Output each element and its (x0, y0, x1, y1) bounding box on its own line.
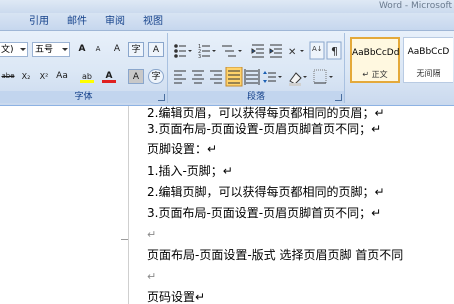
tab-review[interactable]: 审阅 (105, 15, 125, 28)
numbering-icon: 123 (198, 44, 210, 60)
window-title: Word - Microsoft (378, 1, 452, 11)
tab-mailings[interactable]: 邮件 (67, 15, 87, 28)
doc-line: 3.页面布局-页面设置-页眉页脚首页不同；↵ (147, 122, 382, 136)
grow-font-button[interactable]: A (74, 42, 90, 57)
superscript-button[interactable]: X² (36, 69, 52, 84)
dialog-launcher-icon[interactable] (335, 94, 342, 101)
svg-text:3: 3 (198, 54, 201, 60)
bullets-icon (174, 44, 186, 58)
font-name-value: 文) (1, 45, 14, 55)
align-left-icon (174, 70, 186, 84)
word-window: Word - Microsoft 引用 邮件 审阅 视图 文) 五号 A A A… (0, 0, 454, 304)
doc-line: 页面布局-页面设置-版式 选择页眉页脚 首页不同 (147, 248, 404, 262)
align-right-icon (210, 70, 222, 84)
font-group: 文) 五号 A A A 字 A abe X₂ X² Aa ab A A 字 字体 (0, 33, 168, 103)
style-preview: AaBbCcDd (352, 48, 400, 58)
font-color-bar (102, 80, 116, 83)
doc-line: 3.页面布局-页面设置-页眉页脚首页不同；↵ (147, 206, 382, 220)
distributed-icon (244, 69, 260, 85)
multilevel-list-icon (222, 45, 236, 57)
change-case-button[interactable]: Aa (54, 69, 70, 84)
page-margin-line (128, 106, 129, 304)
doc-line: 页脚设置：↵ (147, 142, 218, 156)
decrease-indent-icon (251, 44, 264, 58)
style-name: ↵ 正文 (362, 70, 388, 79)
tab-references[interactable]: 引用 (29, 15, 49, 28)
enclose-characters-button[interactable]: 字 (148, 69, 164, 84)
shading-icon (289, 72, 302, 86)
phonetic-guide-button[interactable]: 字 (128, 42, 144, 57)
line-spacing-icon (263, 71, 276, 83)
paragraph-row2 (174, 67, 333, 87)
styles-group: AaBbCcDd ↵ 正文 AaBbCcD 无间隔 (346, 33, 454, 103)
increase-indent-icon (269, 44, 282, 58)
font-size-value: 五号 (35, 45, 54, 55)
doc-line: 页码设置↵ (147, 290, 206, 304)
highlight-color-bar (80, 80, 94, 83)
doc-line: ↵ (147, 270, 157, 283)
font-size-combo[interactable]: 五号 (32, 42, 70, 57)
borders-icon (313, 69, 327, 84)
doc-line: 2.编辑页脚，可以获得每页都相同的页脚；↵ (147, 185, 385, 199)
character-border-button[interactable]: A (148, 42, 164, 57)
style-preview: AaBbCcD (407, 47, 450, 57)
font-color-button[interactable]: A (100, 69, 118, 84)
character-shading-button[interactable]: A (128, 69, 144, 84)
strikethrough-button[interactable]: abe (0, 69, 16, 84)
style-normal[interactable]: AaBbCcDd ↵ 正文 (350, 37, 400, 83)
align-center-icon (192, 70, 204, 84)
paragraph-group: 123 ✕ A↓ ¶ 段落 (168, 33, 345, 103)
style-name: 无间隔 (416, 69, 441, 78)
ribbon-tabs: 引用 邮件 审阅 视图 (0, 13, 454, 31)
paragraph-group-label: 段落 (168, 91, 344, 103)
doc-line: 1.插入-页脚；↵ (147, 164, 233, 178)
pilcrow-icon: ¶ (331, 45, 338, 58)
chinese-layout-icon: ✕ (288, 47, 296, 58)
document-area[interactable]: 2.编辑页眉，可以获得每页都相同的页眉；↵ 3.页面布局-页面设置-页眉页脚首页… (0, 106, 454, 304)
font-name-combo[interactable]: 文) (0, 42, 28, 57)
sort-icon: A↓ (312, 45, 323, 53)
crop-mark (121, 231, 128, 240)
ribbon: 文) 五号 A A A 字 A abe X₂ X² Aa ab A A 字 字体… (0, 31, 454, 106)
shrink-font-button[interactable]: A (90, 42, 106, 57)
subscript-button[interactable]: X₂ (18, 69, 34, 84)
highlight-button[interactable]: ab (78, 69, 96, 84)
tab-view[interactable]: 视图 (143, 15, 163, 28)
doc-line: 2.编辑页眉，可以获得每页都相同的页眉；↵ (147, 106, 385, 120)
chevron-down-icon (62, 48, 68, 51)
font-group-label: 字体 (0, 91, 167, 103)
title-bar: Word - Microsoft (0, 0, 454, 13)
chevron-down-icon (20, 48, 26, 51)
dialog-launcher-icon[interactable] (158, 94, 165, 101)
paragraph-row1: 123 ✕ A↓ ¶ (174, 41, 342, 60)
doc-line: ↵ (147, 228, 157, 241)
clear-format-button[interactable]: A (109, 42, 125, 57)
style-no-spacing[interactable]: AaBbCcD 无间隔 (403, 37, 453, 83)
